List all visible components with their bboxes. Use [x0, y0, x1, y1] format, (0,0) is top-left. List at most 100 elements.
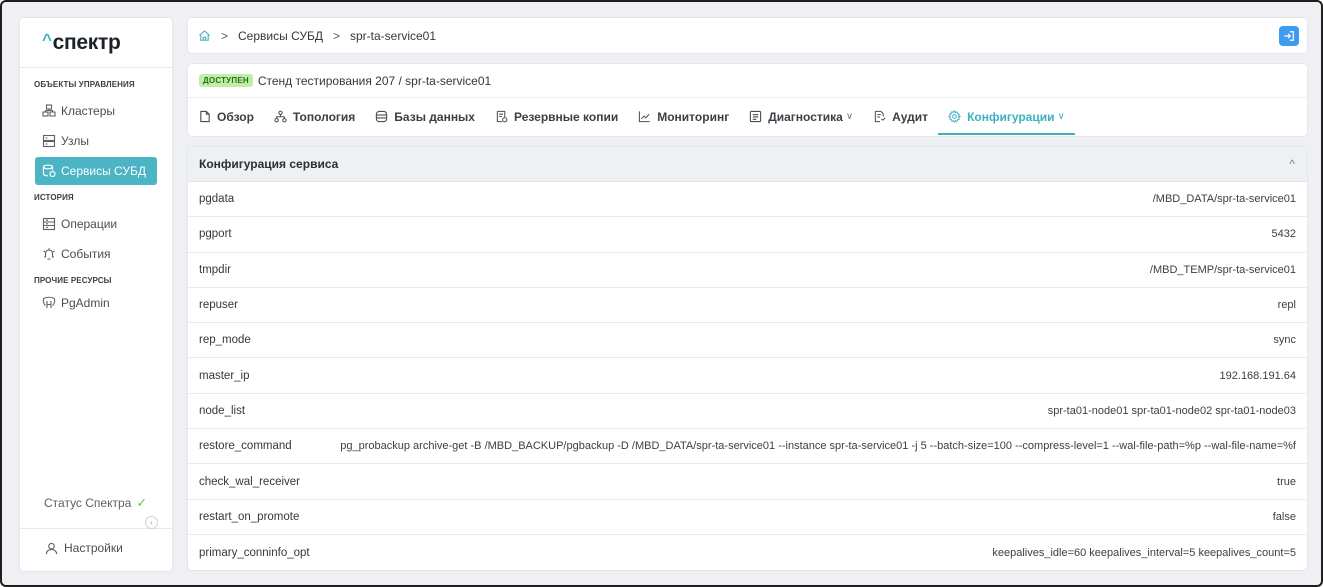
config-key: primary_conninfo_opt: [199, 546, 310, 559]
service-config-panel: Конфигурация сервиса ^ pgdata/MBD_DATA/s…: [188, 147, 1307, 570]
config-row-restart-on-promote: restart_on_promote false: [188, 500, 1307, 535]
config-key: repuser: [199, 299, 238, 312]
config-key: pgdata: [199, 193, 235, 206]
app-window: ^ спектр ОБЪЕКТЫ УПРАВЛЕНИЯ Кластеры Узл…: [0, 0, 1323, 587]
diagnostics-icon: [749, 110, 762, 123]
monitoring-icon: [638, 110, 651, 123]
sidebar-section-management: ОБЪЕКТЫ УПРАВЛЕНИЯ: [34, 80, 135, 89]
config-row-pgport: pgport 5432: [188, 217, 1307, 253]
settings-label: Настройки: [64, 541, 123, 555]
service-title: Стенд тестирования 207 / spr-ta-service0…: [257, 73, 492, 88]
service-title-row: ДОСТУПЕН Стенд тестирования 207 / spr-ta…: [188, 64, 1307, 98]
sidebar-item-pgadmin[interactable]: PgAdmin: [35, 289, 157, 317]
tab-label: Обзор: [217, 109, 254, 124]
tab-label: Диагностика: [768, 109, 843, 124]
config-value: 5432: [1271, 228, 1296, 241]
config-value: true: [1277, 475, 1296, 488]
config-key: check_wal_receiver: [199, 475, 300, 488]
tab-monitoring[interactable]: Мониторинг: [628, 98, 739, 135]
sidebar-item-operations[interactable]: Операции: [35, 210, 157, 238]
sidebar-section-history: ИСТОРИЯ: [34, 193, 74, 202]
chevron-down-icon: ∨: [1057, 111, 1065, 122]
sidebar-item-label: Операции: [61, 217, 118, 231]
tab-label: Резервные копии: [513, 109, 619, 124]
config-row-check-wal-receiver: check_wal_receiver true: [188, 464, 1307, 500]
status-label: Статус Спектра: [44, 496, 132, 510]
config-row-node-list: node_list spr-ta01-node01 spr-ta01-node02…: [188, 394, 1307, 430]
tab-databases[interactable]: Базы данных: [365, 98, 485, 135]
chevron-up-icon[interactable]: ^: [1289, 157, 1295, 171]
service-header: ДОСТУПЕН Стенд тестирования 207 / spr-ta…: [188, 64, 1307, 136]
config-key: restore_command: [199, 440, 292, 453]
topology-icon: [274, 110, 287, 123]
tab-configurations[interactable]: Конфигурации ∨: [938, 98, 1075, 135]
config-key: master_ip: [199, 369, 250, 382]
sidebar-item-nodes[interactable]: Узлы: [35, 127, 157, 155]
tab-topology[interactable]: Топология: [264, 98, 365, 135]
tab-backups[interactable]: Резервные копии: [485, 98, 628, 135]
sidebar-item-clusters[interactable]: Кластеры: [35, 97, 157, 125]
config-value: false: [1272, 510, 1296, 523]
tab-label: Мониторинг: [657, 109, 730, 124]
checkmark-icon: ✓: [136, 495, 148, 510]
sidebar-item-db-services[interactable]: Сервисы СУБД: [35, 157, 157, 185]
config-row-tmpdir: tmpdir/MBD_TEMP/spr-ta-service01: [188, 253, 1307, 288]
sidebar-item-label: PgAdmin: [61, 296, 110, 310]
config-key: rep_mode: [199, 334, 251, 347]
sidebar: ^ спектр ОБЪЕКТЫ УПРАВЛЕНИЯ Кластеры Узл…: [20, 18, 172, 571]
audit-icon: [873, 110, 886, 123]
config-value: pg_probackup archive-get -B /MBD_BACKUP/…: [340, 440, 1296, 453]
sidebar-item-events[interactable]: События: [35, 240, 157, 268]
backup-icon: [495, 110, 508, 123]
breadcrumb-link-db-services[interactable]: Сервисы СУБД: [238, 29, 323, 43]
config-row-master-ip: master_ip 192.168.191.64: [188, 358, 1307, 394]
sidebar-item-label: События: [61, 247, 111, 261]
logo-caret: ^: [42, 29, 52, 49]
config-value: spr-ta01-node01 spr-ta01-node02 spr-ta01…: [1047, 404, 1296, 417]
spectr-status[interactable]: Статус Спектра ✓: [20, 492, 172, 514]
tab-label: Топология: [292, 109, 356, 124]
collapse-sidebar-icon[interactable]: ‹: [145, 516, 158, 529]
chevron-down-icon: ∨: [845, 111, 854, 122]
config-key: pgport: [199, 228, 232, 241]
gear-icon: [948, 110, 962, 123]
config-panel-header[interactable]: Конфигурация сервиса ^: [188, 147, 1307, 182]
logout-button[interactable]: [1279, 26, 1299, 46]
overview-icon: [199, 110, 211, 123]
database-icon: [375, 110, 388, 123]
config-value: /MBD_TEMP/spr-ta-service01: [1149, 263, 1296, 276]
config-key: restart_on_promote: [199, 510, 300, 523]
tab-audit[interactable]: Аудит: [863, 98, 938, 135]
tab-label: Конфигурации: [967, 109, 1055, 124]
config-row-primary-conninfo-opt: primary_conninfo_opt keepalives_idle=60 k…: [188, 535, 1307, 570]
sidebar-item-label: Кластеры: [61, 104, 115, 118]
config-key: tmpdir: [199, 263, 231, 276]
logo[interactable]: ^ спектр: [20, 18, 172, 68]
breadcrumb-separator: >: [332, 28, 340, 43]
config-table: pgdata/MBD_DATA/spr-ta-service01pgport 54…: [188, 182, 1307, 570]
breadcrumb-separator: >: [221, 28, 229, 43]
logo-text: спектр: [52, 30, 121, 54]
config-value: 192.168.191.64: [1219, 369, 1296, 382]
tab-label: Базы данных: [394, 109, 475, 124]
tab-overview[interactable]: Обзор: [199, 98, 264, 135]
config-row-rep-mode: rep_mode sync: [188, 323, 1307, 359]
config-value: sync: [1273, 334, 1296, 347]
tab-label: Аудит: [892, 109, 929, 124]
sidebar-item-label: Сервисы СУБД: [61, 164, 146, 178]
config-value: /MBD_DATA/spr-ta-service01: [1152, 193, 1296, 206]
logout-icon: [1284, 31, 1294, 41]
sidebar-item-label: Узлы: [61, 134, 89, 148]
home-icon[interactable]: [198, 29, 211, 42]
topbar: > Сервисы СУБД > spr-ta-service01: [188, 18, 1307, 53]
config-row-restore-command: restore_command pg_probackup archive-get …: [188, 429, 1307, 465]
settings-button[interactable]: Настройки: [20, 533, 172, 563]
operations-icon: [42, 217, 56, 231]
db-services-icon: [42, 164, 56, 178]
service-tabs: Обзор Топология Базы данных Резервные ко…: [188, 98, 1307, 135]
config-value: repl: [1277, 299, 1296, 312]
events-icon: [42, 247, 56, 261]
config-row-repuser: repuser repl: [188, 288, 1307, 324]
tab-diagnostics[interactable]: Диагностика ∨: [739, 98, 863, 135]
config-value: keepalives_idle=60 keepalives_interval=5…: [992, 546, 1296, 559]
